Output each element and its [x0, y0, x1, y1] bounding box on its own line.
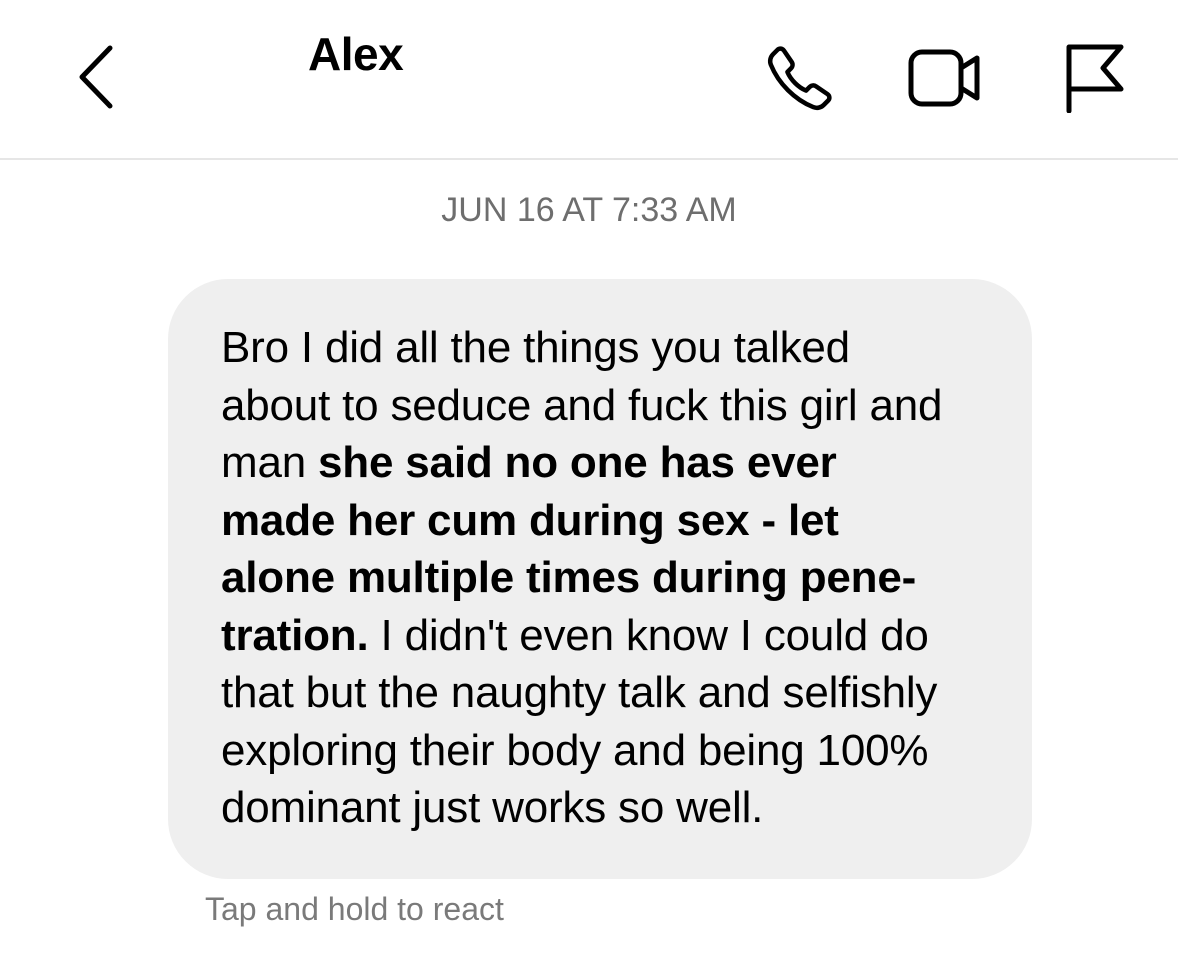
message-text: Bro I did all the things you talked abou… — [221, 319, 1012, 837]
chevron-left-icon — [79, 45, 113, 109]
message-line: dominant just works so well. — [221, 783, 764, 832]
back-button[interactable] — [66, 40, 126, 114]
message-line: about to seduce and fuck this girl and — [221, 380, 943, 430]
message-line: man she said no one has ever — [221, 438, 837, 487]
video-camera-icon — [908, 49, 980, 107]
message-line: tration. I didn't even know I could do — [221, 610, 929, 660]
message-line: that but the naughty talk and selfishly — [221, 668, 938, 717]
video-call-button[interactable] — [902, 38, 988, 118]
report-button[interactable] — [1058, 36, 1130, 118]
flag-icon — [1066, 44, 1124, 113]
message-line: alone multiple times during pene- — [221, 553, 917, 602]
message-line: made her cum during sex - let — [221, 495, 839, 545]
contact-name[interactable]: Alex — [308, 28, 404, 80]
chat-header: Alex — [0, 0, 1178, 160]
message-bubble[interactable]: Bro I did all the things you talked abou… — [168, 279, 1032, 879]
message-line: exploring their body and being 100% — [221, 725, 929, 775]
phone-icon — [767, 46, 832, 111]
message-timestamp: JUN 16 AT 7:33 AM — [441, 191, 737, 229]
react-hint: Tap and hold to react — [205, 891, 504, 927]
message-line: Bro I did all the things you talked — [221, 323, 850, 372]
voice-call-button[interactable] — [760, 38, 840, 118]
